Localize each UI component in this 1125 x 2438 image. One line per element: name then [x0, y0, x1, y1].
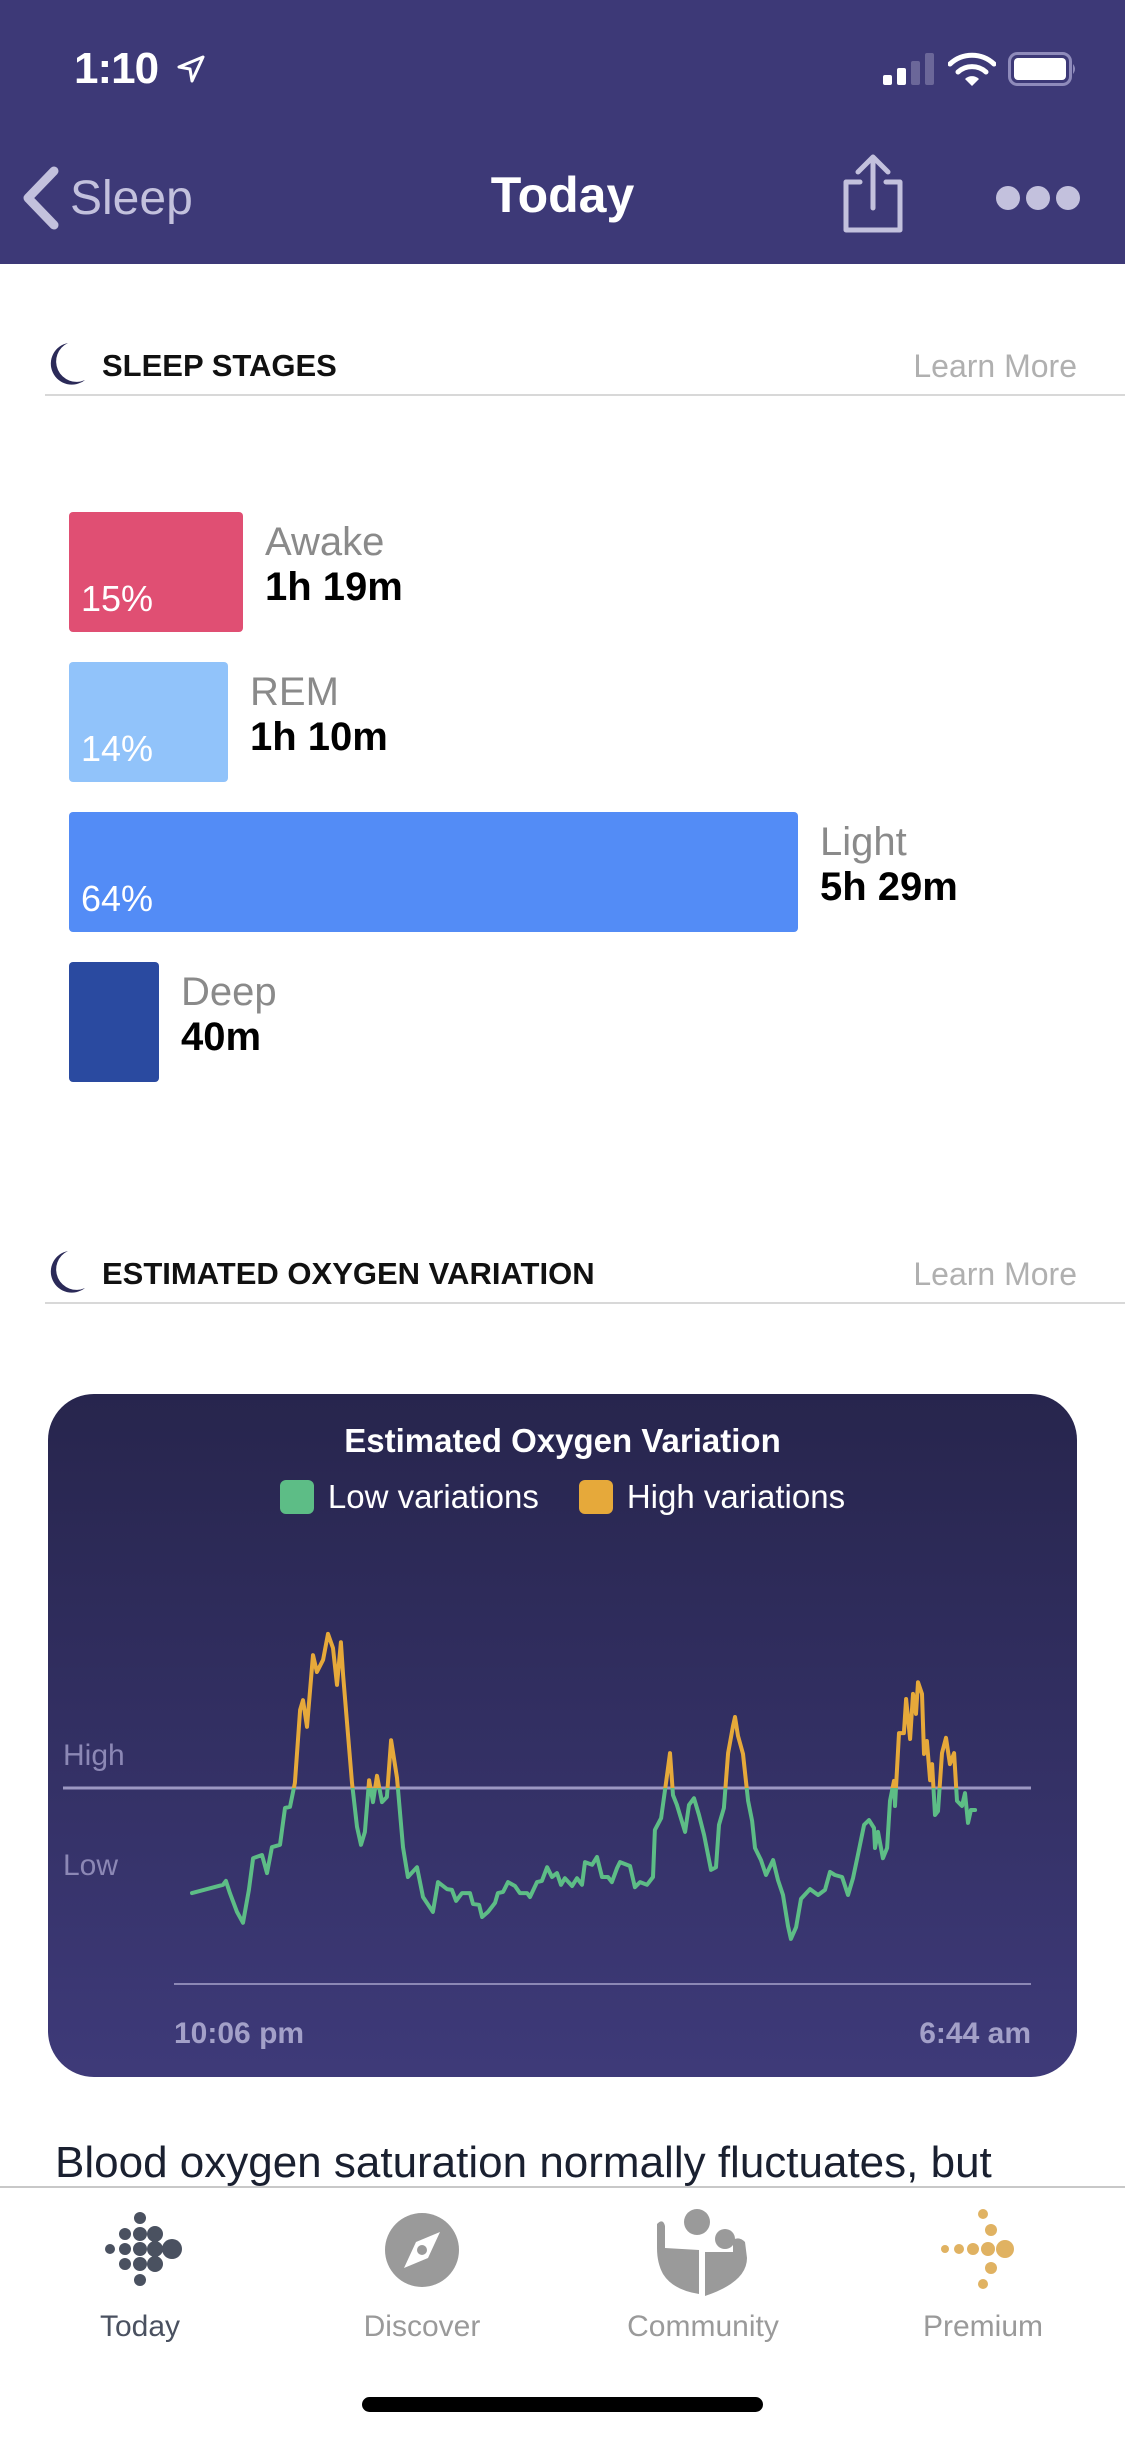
- tab-today[interactable]: Today: [40, 2202, 240, 2352]
- tab-discover[interactable]: Discover: [322, 2202, 522, 2352]
- stage-name: REM: [250, 670, 339, 714]
- divider: [45, 1302, 1125, 1304]
- legend-label: Low variations: [327, 1478, 539, 1515]
- stage-info-light: Light 5h 29m: [820, 820, 958, 910]
- stage-bar-rem[interactable]: 14%: [69, 662, 228, 782]
- stage-bar-awake[interactable]: 15%: [69, 512, 243, 632]
- section-title: ESTIMATED OXYGEN VARIATION: [102, 1256, 595, 1291]
- tab-label: Premium: [922, 2310, 1043, 2343]
- moon-icon: [50, 343, 85, 385]
- stage-duration: 1h 10m: [250, 715, 388, 759]
- tab-community[interactable]: Community: [603, 2202, 803, 2352]
- oxygen-variation-header: ESTIMATED OXYGEN VARIATION Learn More: [46, 1250, 1077, 1300]
- legend-item-low: Low variations: [279, 1478, 539, 1516]
- stage-info-deep: Deep 40m: [181, 970, 277, 1060]
- tab-premium[interactable]: Premium: [883, 2202, 1083, 2352]
- tab-label: Today: [99, 2310, 181, 2343]
- stage-bar-light[interactable]: 64%: [69, 812, 798, 932]
- legend-label: High variations: [626, 1478, 846, 1515]
- legend-item-high: High variations: [578, 1478, 846, 1516]
- stage-percent: 64%: [81, 878, 154, 919]
- tab-label: Discover: [363, 2310, 481, 2343]
- more-dots-icon[interactable]: [990, 180, 1090, 216]
- wifi-icon: [948, 52, 996, 86]
- cellular-signal-icon: [883, 53, 934, 85]
- legend-swatch-low: [279, 1480, 314, 1514]
- chart-legend: Low variations High variations: [0, 1478, 1125, 1516]
- sleep-stages-header: SLEEP STAGES Learn More: [46, 342, 1077, 392]
- premium-logo-icon: [941, 2209, 1014, 2289]
- fitbit-logo-icon: [105, 2212, 182, 2286]
- section-title: SLEEP STAGES: [102, 348, 337, 383]
- stage-duration: 40m: [181, 1015, 262, 1059]
- battery-icon: [1008, 52, 1075, 86]
- status-time: 1:10: [74, 44, 159, 93]
- learn-more-link[interactable]: Learn More: [913, 1256, 1077, 1293]
- location-arrow-icon: [177, 55, 205, 83]
- divider: [45, 394, 1125, 396]
- tab-label: Community: [627, 2310, 779, 2343]
- learn-more-link[interactable]: Learn More: [913, 348, 1077, 385]
- moon-icon: [50, 1251, 85, 1293]
- chart-title: Estimated Oxygen Variation: [344, 1422, 781, 1459]
- page-title: Today: [490, 167, 635, 223]
- stage-info-awake: Awake 1h 19m: [265, 520, 403, 610]
- share-icon[interactable]: [838, 152, 908, 236]
- compass-icon: [385, 2213, 459, 2287]
- stage-info-rem: REM 1h 10m: [250, 670, 388, 760]
- legend-swatch-high: [578, 1480, 613, 1514]
- stage-name: Awake: [265, 520, 385, 564]
- community-icon: [657, 2209, 747, 2296]
- stage-duration: 1h 19m: [265, 565, 403, 609]
- stage-duration: 5h 29m: [820, 865, 958, 909]
- oxygen-description: Blood oxygen saturation normally fluctua…: [55, 2138, 992, 2187]
- home-indicator: [362, 2397, 763, 2412]
- stage-name: Deep: [181, 970, 277, 1014]
- stage-percent: 14%: [81, 728, 154, 769]
- stage-percent: 15%: [81, 578, 154, 619]
- stage-name: Light: [820, 820, 907, 864]
- stage-bar-deep[interactable]: [69, 962, 159, 1082]
